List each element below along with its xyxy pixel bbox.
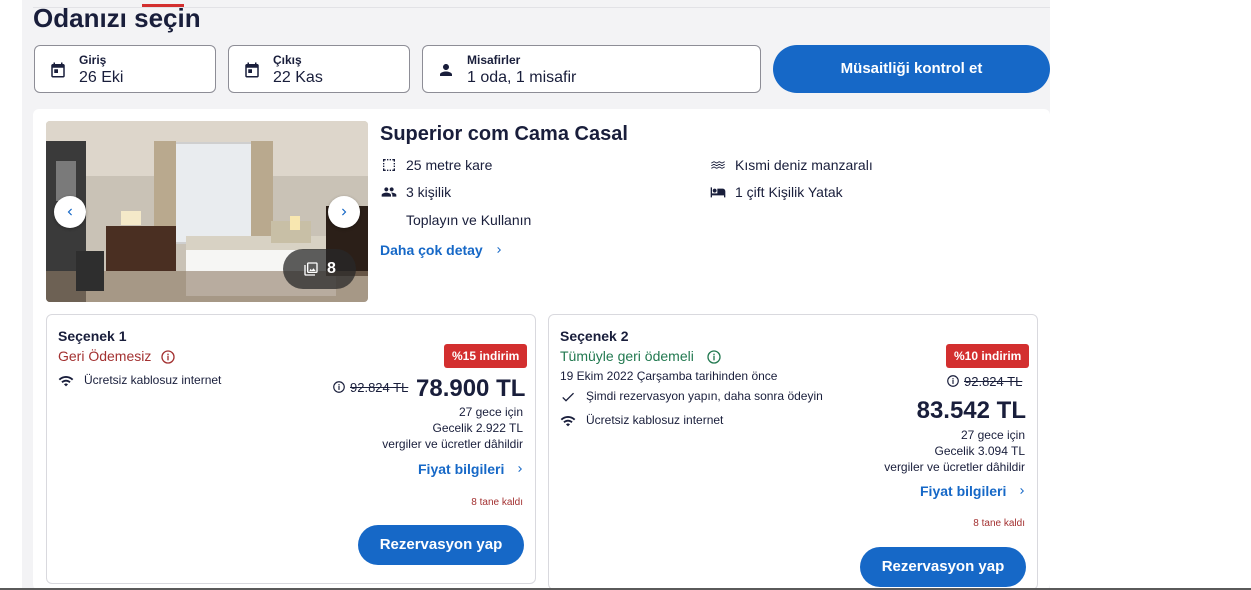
reserve-button[interactable]: Rezervasyon yap <box>358 525 524 565</box>
chevron-right-icon <box>496 247 501 253</box>
amenity-wifi: Ücretsiz kablosuz internet <box>84 373 222 387</box>
room-extra: Toplayın ve Kullanın <box>406 212 532 228</box>
pay-later-text: Şimdi rezervasyon yapın, daha sonra ödey… <box>586 389 823 403</box>
info-icon[interactable] <box>946 374 960 388</box>
checkin-value: 26 Eki <box>79 69 124 86</box>
check-availability-button[interactable]: Müsaitliği kontrol et <box>773 45 1050 93</box>
gallery-button[interactable]: 8 <box>283 249 356 289</box>
current-price: 78.900 TL <box>416 375 526 402</box>
checkin-label: Giriş <box>79 53 107 67</box>
room-capacity: 3 kişilik <box>406 184 452 200</box>
guests-label: Misafirler <box>467 53 521 67</box>
page-title: Odanızı seçin <box>33 3 201 33</box>
area-icon <box>383 159 395 171</box>
refund-policy: Geri Ödemesiz <box>58 348 152 364</box>
more-details-link[interactable]: Daha çok detay <box>380 242 505 258</box>
price-info-link[interactable]: Fiyat bilgileri <box>920 483 1028 499</box>
wifi-icon <box>58 375 74 387</box>
price-info-label: Fiyat bilgileri <box>920 483 1007 499</box>
option-title: Seçenek 2 <box>560 328 629 344</box>
chevron-right-icon <box>518 466 523 472</box>
rooms-left: 8 tane kaldı <box>973 518 1025 529</box>
info-icon[interactable] <box>332 380 346 394</box>
person-icon <box>440 64 452 76</box>
price-info-link[interactable]: Fiyat bilgileri <box>418 461 526 477</box>
previous-photo-button[interactable] <box>54 196 86 228</box>
nights-text: 27 gece için <box>458 405 523 419</box>
refund-deadline: 19 Ekim 2022 Çarşamba tarihinden önce <box>560 369 778 383</box>
chevron-right-icon <box>342 208 347 216</box>
chevron-left-icon <box>67 208 72 216</box>
reserve-button[interactable]: Rezervasyon yap <box>860 547 1026 587</box>
room-size: 25 metre kare <box>406 157 493 173</box>
taxes-note: vergiler ve ücretler dâhildir <box>382 437 523 451</box>
price-info-label: Fiyat bilgileri <box>418 461 505 477</box>
checkout-value: 22 Kas <box>273 69 323 86</box>
gallery-icon <box>304 262 318 276</box>
calendar-icon <box>51 62 65 78</box>
discount-badge: %10 indirim <box>946 344 1030 368</box>
wifi-icon <box>560 415 576 427</box>
checkin-field[interactable]: Giriş 26 Eki <box>34 45 216 93</box>
checkout-field[interactable]: Çıkış 22 Kas <box>228 45 410 93</box>
option-title: Seçenek 1 <box>58 328 127 344</box>
calendar-icon <box>245 62 259 78</box>
waves-icon <box>711 161 725 169</box>
room-bed: 1 çift Kişilik Yatak <box>735 184 843 200</box>
room-view: Kısmi deniz manzaralı <box>735 157 873 173</box>
nights-text: 27 gece için <box>960 428 1025 442</box>
info-icon[interactable] <box>160 349 176 365</box>
info-icon[interactable] <box>706 349 722 365</box>
original-price: 92.824 TL <box>350 380 409 395</box>
nightly-price: Gecelik 2.922 TL <box>432 421 524 435</box>
next-photo-button[interactable] <box>328 196 360 228</box>
bed-icon <box>710 187 726 198</box>
guests-field[interactable]: Misafirler 1 oda, 1 misafir <box>422 45 761 93</box>
refund-policy: Tümüyle geri ödemeli <box>560 348 694 364</box>
more-details-label: Daha çok detay <box>380 242 483 258</box>
discount-badge: %15 indirim <box>444 344 528 368</box>
chevron-right-icon <box>1020 488 1025 494</box>
room-name: Superior com Cama Casal <box>380 123 628 145</box>
photo-count: 8 <box>327 260 336 277</box>
original-price: 92.824 TL <box>964 374 1023 389</box>
checkmark-icon <box>562 392 574 402</box>
nightly-price: Gecelik 3.094 TL <box>934 444 1026 458</box>
current-price: 83.542 TL <box>916 397 1026 424</box>
people-icon <box>381 187 397 197</box>
taxes-note: vergiler ve ücretler dâhildir <box>884 460 1025 474</box>
checkout-label: Çıkış <box>273 53 302 67</box>
amenity-wifi: Ücretsiz kablosuz internet <box>586 413 724 427</box>
rooms-left: 8 tane kaldı <box>471 497 523 508</box>
guests-value: 1 oda, 1 misafir <box>467 69 577 86</box>
